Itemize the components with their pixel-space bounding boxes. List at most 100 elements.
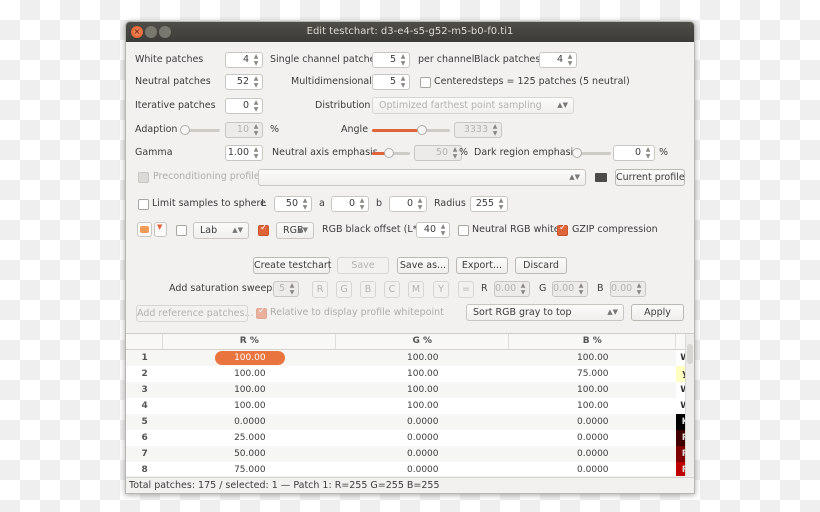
cell-b: 0.0000 bbox=[577, 449, 609, 459]
lab-checkbox[interactable] bbox=[176, 225, 187, 236]
dark-region-spin[interactable]: 0 ▲ ▼ bbox=[613, 145, 655, 161]
dark-region-slider[interactable] bbox=[572, 148, 611, 158]
minimize-icon[interactable] bbox=[145, 26, 157, 38]
adaption-unit: % bbox=[270, 124, 280, 135]
iterative-patches-label: Iterative patches bbox=[135, 100, 216, 111]
table-body: 1100.00100.00100.00W2100.00100.0075.000y… bbox=[126, 350, 694, 476]
angle-slider[interactable] bbox=[372, 125, 450, 135]
cell-b: 100.00 bbox=[577, 353, 609, 363]
sweep-equal-button[interactable]: = bbox=[458, 281, 474, 298]
black-patches-spin[interactable]: 4 ▲ ▼ bbox=[539, 52, 577, 68]
adaption-slider[interactable] bbox=[180, 125, 220, 135]
angle-spin[interactable]: 3333 ▲ ▼ bbox=[454, 122, 502, 138]
rgb-checkbox[interactable] bbox=[258, 223, 269, 236]
adaption-spin[interactable]: 10 ▲ ▼ bbox=[225, 122, 263, 138]
table-row[interactable]: 2100.00100.0075.000y bbox=[126, 366, 694, 382]
cell-r: 100.00 bbox=[234, 401, 266, 411]
multidimensional-spin[interactable]: 5 ▲ ▼ bbox=[372, 74, 410, 90]
table-header: R % G % B % bbox=[126, 334, 694, 350]
rgb-black-offset-spin[interactable]: 40 ▲ ▼ bbox=[416, 222, 450, 238]
add-reference-patches-button[interactable]: Add reference patches... bbox=[136, 305, 253, 322]
sweep-C-button[interactable]: C bbox=[384, 281, 400, 298]
neutral-rgb-white-checkbox[interactable] bbox=[458, 225, 469, 236]
white-patches-spin[interactable]: 4 ▲ ▼ bbox=[225, 52, 263, 68]
selected-cell[interactable]: 100.00 bbox=[214, 351, 285, 365]
relative-whitepoint-checkbox[interactable] bbox=[256, 306, 267, 319]
sweep-G-button[interactable]: G bbox=[336, 281, 352, 298]
save-as-button[interactable]: Save as... bbox=[397, 257, 449, 274]
neutral-patches-spin[interactable]: 52 ▲ ▼ bbox=[225, 74, 263, 90]
table-row[interactable]: 625.0000.00000.0000R bbox=[126, 430, 694, 446]
row-index: 6 bbox=[141, 433, 148, 443]
sweep-B-spin[interactable]: 0.00 ▲ ▼ bbox=[610, 281, 646, 297]
cell-r: 0.0000 bbox=[234, 417, 266, 427]
sort-select[interactable]: Sort RGB gray to top ▲▼ bbox=[466, 304, 624, 321]
centered-checkbox[interactable] bbox=[420, 77, 431, 88]
status-bar: Total patches: 175 / selected: 1 — Patch… bbox=[126, 477, 694, 493]
scroll-thumb[interactable] bbox=[687, 344, 693, 364]
saturation-sweeps-label: Add saturation sweeps bbox=[169, 283, 278, 294]
sphere-b-spin[interactable]: 0 ▲ ▼ bbox=[389, 196, 427, 212]
distribution-select[interactable]: Optimized farthest point sampling ▲▼ bbox=[372, 97, 574, 114]
gzip-checkbox[interactable] bbox=[557, 223, 568, 236]
folder-icon[interactable] bbox=[595, 173, 607, 182]
single-channel-label: Single channel patches bbox=[270, 54, 381, 65]
neutral-axis-spin[interactable]: 50 ▲ ▼ bbox=[414, 145, 462, 161]
sphere-a-spin[interactable]: 0 ▲ ▼ bbox=[331, 196, 369, 212]
export-button[interactable]: Export... bbox=[456, 257, 508, 274]
cell-g: 0.0000 bbox=[407, 465, 439, 475]
header-g[interactable]: G % bbox=[336, 334, 510, 349]
sphere-radius-spin[interactable]: 255 ▲ ▼ bbox=[470, 196, 508, 212]
header-index[interactable] bbox=[126, 334, 164, 349]
close-icon[interactable]: × bbox=[131, 26, 143, 38]
rgb-select[interactable]: RGB ▲▼ bbox=[276, 222, 314, 239]
swatch-dropdown-button[interactable]: ▼ bbox=[154, 222, 167, 237]
preconditioning-profile-select[interactable]: ▲▼ bbox=[258, 169, 586, 186]
neutral-axis-slider[interactable] bbox=[372, 148, 410, 158]
table-row[interactable]: 750.0000.00000.0000R bbox=[126, 446, 694, 462]
header-r[interactable]: R % bbox=[163, 334, 337, 349]
saturation-sweeps-spin[interactable]: 5 ▲ ▼ bbox=[273, 281, 299, 297]
sweep-G-label: G bbox=[539, 283, 547, 294]
distribution-label: Distribution bbox=[315, 100, 371, 111]
neutral-axis-unit: % bbox=[459, 147, 469, 158]
header-b[interactable]: B % bbox=[509, 334, 677, 349]
limit-sphere-checkbox[interactable] bbox=[138, 199, 149, 210]
limit-sphere-label: Limit samples to sphere bbox=[152, 198, 267, 209]
table-row[interactable]: 50.00000.00000.0000K bbox=[126, 414, 694, 430]
sweep-M-button[interactable]: M bbox=[408, 281, 424, 298]
cell-b: 100.00 bbox=[577, 385, 609, 395]
create-testchart-button[interactable]: Create testchart bbox=[253, 257, 332, 274]
apply-button[interactable]: Apply bbox=[631, 304, 684, 321]
row-index: 2 bbox=[141, 369, 148, 379]
table-row[interactable]: 875.0000.00000.0000R bbox=[126, 462, 694, 476]
current-profile-button[interactable]: Current profile bbox=[615, 169, 685, 186]
table-row[interactable]: 3100.00100.00100.00W bbox=[126, 382, 694, 398]
centered-label: Centered bbox=[434, 76, 478, 87]
sweep-B-button[interactable]: B bbox=[360, 281, 376, 298]
steps-info: steps = 125 patches (5 neutral) bbox=[478, 76, 630, 87]
sweep-R-spin[interactable]: 0.00 ▲ ▼ bbox=[494, 281, 530, 297]
table-scrollbar[interactable] bbox=[685, 334, 694, 476]
title-bar: × Edit testchart: d3-e4-s5-g52-m5-b0-f0.… bbox=[126, 22, 694, 42]
cell-r: 25.000 bbox=[234, 433, 266, 443]
sweep-R-button[interactable]: R bbox=[312, 281, 328, 298]
maximize-icon[interactable] bbox=[159, 26, 171, 38]
save-button[interactable]: Save bbox=[337, 257, 389, 274]
swatch-tool-button[interactable] bbox=[137, 222, 152, 237]
sphere-L-spin[interactable]: 50 ▲ ▼ bbox=[274, 196, 312, 212]
multidimensional-label: Multidimensional bbox=[291, 76, 372, 87]
lab-select[interactable]: Lab ▲▼ bbox=[193, 222, 249, 239]
per-channel-label: per channel bbox=[418, 54, 475, 65]
gamma-spin[interactable]: 1.00 ▲ ▼ bbox=[225, 145, 263, 161]
cell-g: 0.0000 bbox=[407, 449, 439, 459]
discard-button[interactable]: Discard bbox=[515, 257, 567, 274]
iterative-patches-spin[interactable]: 0 ▲ ▼ bbox=[225, 98, 263, 114]
single-channel-spin[interactable]: 5 ▲ ▼ bbox=[372, 52, 410, 68]
table-row[interactable]: 1100.00100.00100.00W bbox=[126, 350, 694, 366]
a-label: a bbox=[319, 198, 325, 209]
sweep-G-spin[interactable]: 0.00 ▲ ▼ bbox=[552, 281, 588, 297]
table-row[interactable]: 4100.00100.00100.00W bbox=[126, 398, 694, 414]
sweep-Y-button[interactable]: Y bbox=[433, 281, 449, 298]
preconditioning-checkbox[interactable] bbox=[138, 172, 149, 183]
